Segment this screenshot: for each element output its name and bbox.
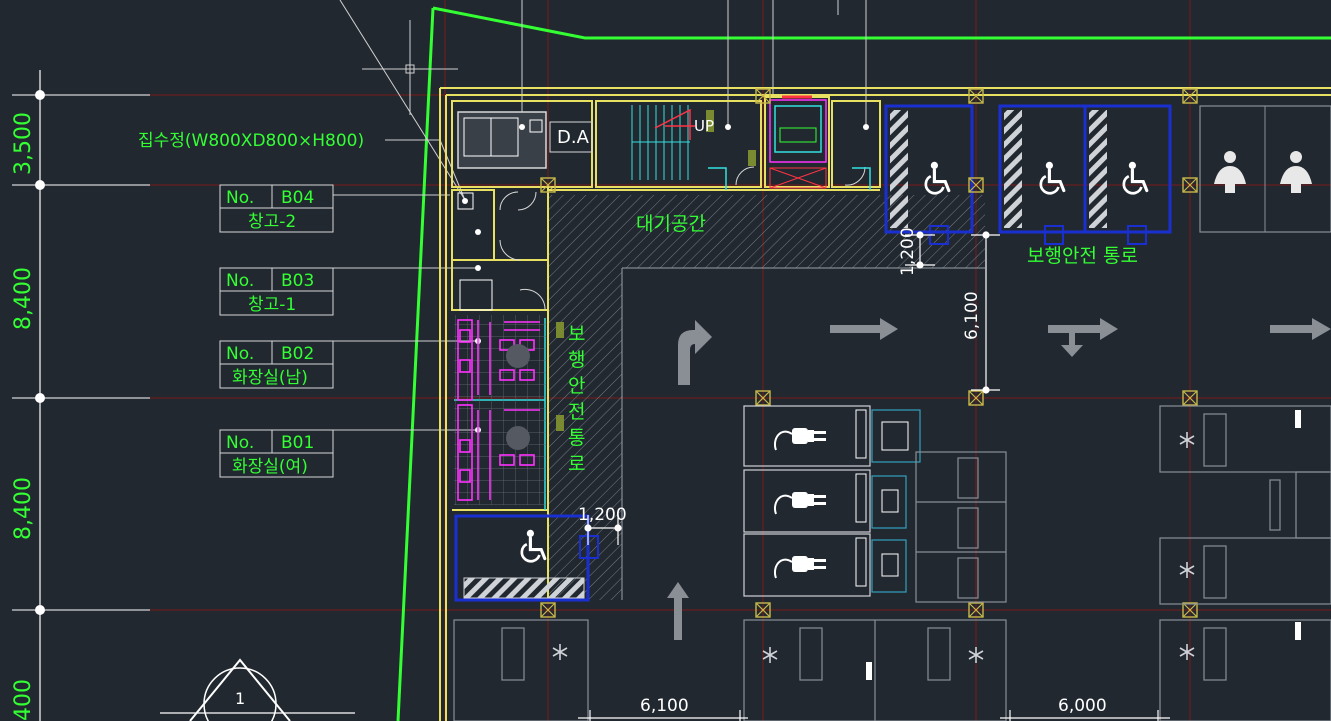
room-tag-b04[interactable]: No. B04 창고-2 [219, 184, 334, 233]
turn-arrow-icon [678, 320, 712, 385]
room-tag-no: No. [226, 433, 254, 453]
cad-drawing-canvas[interactable]: 3,500 8,400 8,400 400 D.A UP 1,200 6,100… [0, 0, 1331, 721]
room-tag-name: 창고-1 [248, 295, 296, 315]
traffic-arrows [667, 318, 1331, 640]
up-label: UP [694, 117, 714, 135]
sump-pit [457, 111, 547, 210]
walkway-label-horizontal: 보행안전 통로 [1027, 245, 1138, 267]
dim-left-2: 8,400 [11, 267, 36, 330]
elevator [769, 95, 827, 189]
svg-text:보: 보 [568, 323, 585, 345]
straight-arrow-icon [830, 318, 898, 340]
room-tag-code: B01 [281, 433, 314, 453]
room-tag-code: B02 [281, 344, 314, 364]
svg-text:행: 행 [568, 349, 585, 371]
left-dimension-chain: 3,500 8,400 8,400 400 [11, 70, 150, 721]
svg-text:로: 로 [568, 453, 585, 475]
dim-left-4: 400 [11, 679, 36, 721]
parking-right [1159, 405, 1331, 721]
parking-top-right [1199, 105, 1331, 233]
room-tag-no: No. [226, 344, 254, 364]
dim-plan-6100-vertical: 6,100 [962, 291, 982, 340]
waiting-area-label: 대기공간 [636, 213, 706, 235]
svg-text:전: 전 [568, 401, 585, 423]
room-tag-name: 창고-2 [248, 212, 296, 232]
ev-plug-icon [773, 427, 827, 451]
room-tag-name: 화장실(여) [232, 457, 308, 477]
da-label: D.A [557, 127, 590, 148]
dim-plan-6000-bottom: 6,000 [1058, 696, 1107, 716]
parking-bottom [453, 619, 1007, 721]
dim-plan-6100-bottom: 6,100 [640, 696, 689, 716]
dim-plan-1200-bottom: 1,200 [578, 505, 627, 525]
room-tag-no: No. [226, 188, 254, 208]
svg-text:통: 통 [568, 427, 585, 449]
dim-plan-1200-top: 1,200 [898, 227, 918, 276]
sump-label: 집수정(W800XD800×H800) [138, 131, 364, 151]
ev-charging-bays [743, 405, 921, 597]
section-mark-number: 1 [235, 689, 245, 708]
room-tag-b03[interactable]: No. B03 창고-1 [219, 267, 334, 316]
room-tag-name: 화장실(남) [232, 368, 308, 388]
room-tag-b01[interactable]: No. B01 화장실(여) [219, 429, 334, 478]
room-tag-no: No. [226, 271, 254, 291]
svg-text:안: 안 [568, 375, 585, 397]
compact-bays [915, 451, 1007, 603]
room-tag-code: B04 [281, 188, 314, 208]
dim-left-3: 8,400 [11, 477, 36, 540]
room-tag-b02[interactable]: No. B02 화장실(남) [219, 340, 334, 389]
person-icon [1214, 151, 1246, 193]
room-tag-code: B03 [281, 271, 314, 291]
section-mark: 1 [160, 658, 355, 721]
white-markers [866, 410, 1301, 680]
dim-left-1: 3,500 [11, 112, 36, 175]
asterisk-icon [1179, 431, 1195, 449]
asterisk-icons [552, 431, 1195, 664]
